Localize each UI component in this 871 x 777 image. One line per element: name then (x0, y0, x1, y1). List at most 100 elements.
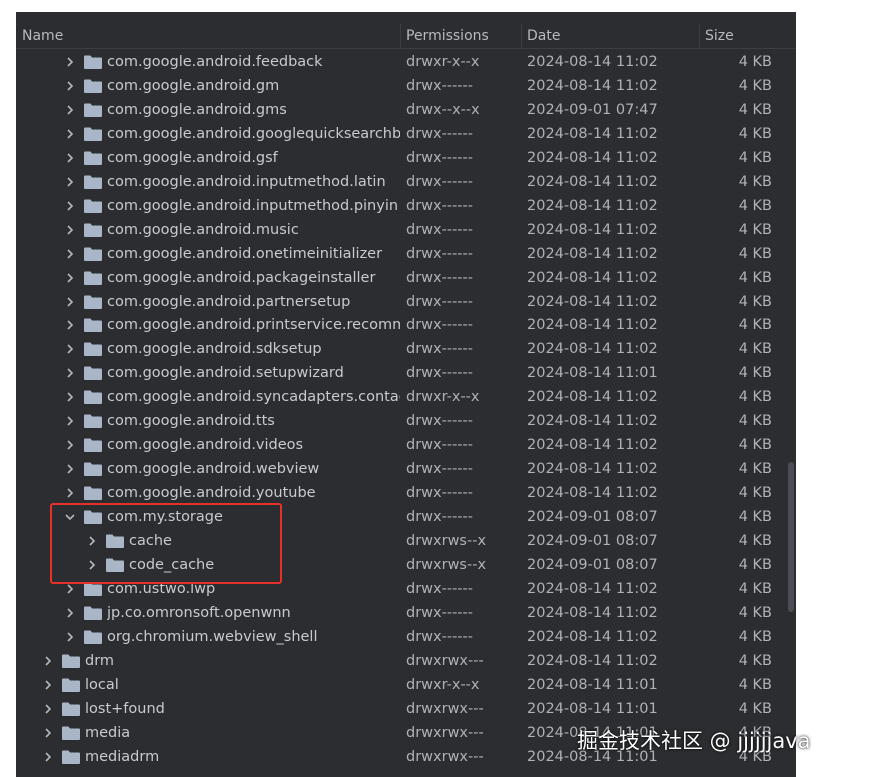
chevron-right-icon[interactable] (64, 223, 76, 237)
table-row[interactable]: com.google.android.setupwizard drwx------… (16, 361, 796, 385)
table-row[interactable]: com.google.android.music drwx------ 2024-0… (16, 218, 796, 242)
file-date: 2024-08-14 11:02 (527, 173, 658, 190)
folder-icon (62, 654, 80, 668)
table-row[interactable]: com.google.android.videos drwx------ 2024-… (16, 433, 796, 457)
folder-icon (62, 726, 80, 740)
folder-icon (84, 151, 102, 165)
file-permissions: drwx------ (406, 485, 473, 502)
file-permissions: drwxr-x--x (406, 389, 480, 406)
chevron-right-icon[interactable] (64, 318, 76, 332)
file-date: 2024-08-14 11:02 (527, 77, 658, 94)
chevron-right-icon[interactable] (86, 534, 98, 548)
table-row[interactable]: com.google.android.webview drwx------ 2024… (16, 457, 796, 481)
folder-icon (84, 223, 102, 237)
chevron-right-icon[interactable] (64, 366, 76, 380)
chevron-right-icon[interactable] (64, 127, 76, 141)
file-date: 2024-09-01 08:07 (527, 509, 658, 526)
chevron-right-icon[interactable] (42, 726, 54, 740)
chevron-right-icon[interactable] (64, 271, 76, 285)
chevron-right-icon[interactable] (64, 438, 76, 452)
table-row[interactable]: com.google.android.partnersetup drwx-----… (16, 290, 796, 314)
chevron-right-icon[interactable] (64, 103, 76, 117)
folder-icon (84, 438, 102, 453)
chevron-right-icon[interactable] (42, 654, 54, 668)
chevron-right-icon[interactable] (64, 462, 76, 476)
chevron-right-icon[interactable] (64, 55, 76, 69)
table-row[interactable]: com.google.android.googlequicksearchbox d… (16, 122, 796, 146)
table-row[interactable]: code_cache drwxrws--x 2024-09-01 08:07 4 KB (16, 553, 796, 577)
chevron-right-icon[interactable] (64, 342, 76, 356)
table-row[interactable]: jp.co.omronsoft.openwnn drwx------ 2024-08… (16, 601, 796, 625)
column-size[interactable]: Size (705, 24, 734, 48)
table-row[interactable]: com.google.android.inputmethod.latin drwx… (16, 170, 796, 194)
chevron-right-icon[interactable] (64, 606, 76, 620)
table-row[interactable]: com.google.android.printservice.recommen… (16, 313, 796, 337)
file-date: 2024-09-01 08:07 (527, 533, 658, 549)
table-row[interactable]: com.google.android.onetimeinitializer drw… (16, 242, 796, 266)
table-row[interactable]: com.google.android.sdksetup drwx------ 202… (16, 337, 796, 361)
chevron-right-icon[interactable] (86, 558, 98, 572)
file-permissions: drwx--x--x (406, 101, 480, 118)
table-row[interactable]: drm drwxrwx--- 2024-08-14 11:02 4 KB (16, 649, 796, 673)
folder-icon (62, 702, 80, 716)
table-row[interactable]: lost+found drwxrwx--- 2024-08-14 11:01 4 KB (16, 697, 796, 721)
chevron-right-icon[interactable] (64, 247, 76, 261)
chevron-right-icon[interactable] (64, 390, 76, 404)
table-row[interactable]: com.ustwo.lwp drwx------ 2024-08-14 11:02 4… (16, 577, 796, 601)
chevron-right-icon[interactable] (64, 79, 76, 93)
chevron-right-icon[interactable] (64, 630, 76, 644)
file-size: 4 KB (738, 245, 772, 262)
file-name: com.google.android.googlequicksearchbox (107, 125, 400, 142)
table-row[interactable]: com.google.android.gm drwx------ 2024-08-1… (16, 74, 796, 98)
table-row[interactable]: com.google.android.tts drwx------ 2024-08-… (16, 409, 796, 433)
file-name: com.google.android.onetimeinitializer (107, 245, 383, 262)
column-permissions[interactable]: Permissions (406, 24, 489, 48)
file-permissions: drwx------ (406, 221, 473, 238)
chevron-right-icon[interactable] (42, 702, 54, 716)
table-row[interactable]: com.my.storage drwx------ 2024-09-01 08:07… (16, 505, 796, 529)
table-row[interactable]: org.chromium.webview_shell drwx------ 2024… (16, 625, 796, 649)
table-row[interactable]: com.google.android.feedback drwxr-x--x 202… (16, 50, 796, 74)
folder-icon (84, 342, 102, 357)
table-row[interactable]: com.google.android.gsf drwx------ 2024-08-… (16, 146, 796, 170)
table-row[interactable]: cache drwxrws--x 2024-09-01 08:07 4 KB (16, 529, 796, 553)
column-divider[interactable] (521, 24, 522, 48)
folder-icon (84, 366, 102, 381)
chevron-right-icon[interactable] (64, 175, 76, 189)
file-size: 4 KB (738, 676, 772, 693)
chevron-right-icon[interactable] (64, 486, 76, 500)
file-name: com.google.android.setupwizard (107, 365, 344, 382)
folder-icon (84, 462, 102, 477)
chevron-down-icon[interactable] (64, 510, 76, 524)
file-name: com.google.android.gms (107, 101, 287, 118)
file-name: com.google.android.gsf (107, 149, 278, 166)
chevron-right-icon[interactable] (64, 151, 76, 165)
file-permissions: drwx------ (406, 173, 473, 190)
column-divider[interactable] (699, 24, 700, 48)
file-name: com.google.android.gm (107, 77, 280, 94)
file-size: 4 KB (738, 317, 772, 334)
column-divider[interactable] (400, 24, 401, 48)
vertical-scrollbar[interactable] (788, 462, 794, 612)
table-row[interactable]: com.google.android.gms drwx--x--x 2024-09-… (16, 98, 796, 122)
column-name[interactable]: Name (22, 24, 63, 48)
chevron-right-icon[interactable] (64, 295, 76, 309)
table-row[interactable]: com.google.android.youtube drwx------ 2024… (16, 481, 796, 505)
chevron-right-icon[interactable] (64, 199, 76, 213)
chevron-right-icon[interactable] (64, 582, 76, 596)
chevron-right-icon[interactable] (64, 414, 76, 428)
file-date: 2024-08-14 11:02 (527, 197, 658, 214)
file-name: com.google.android.youtube (107, 485, 316, 502)
file-permissions: drwx------ (406, 509, 473, 526)
table-row[interactable]: local drwxr-x--x 2024-08-14 11:01 4 KB (16, 673, 796, 697)
chevron-right-icon[interactable] (42, 678, 54, 692)
file-permissions: drwxrws--x (406, 556, 487, 573)
table-row[interactable]: com.google.android.packageinstaller drwx-… (16, 266, 796, 290)
chevron-right-icon[interactable] (42, 750, 54, 764)
column-date[interactable]: Date (527, 24, 560, 48)
table-row[interactable]: com.google.android.inputmethod.pinyin drw… (16, 194, 796, 218)
folder-icon (84, 271, 102, 285)
file-date: 2024-08-14 11:01 (527, 700, 658, 717)
file-date: 2024-08-14 11:02 (527, 628, 658, 645)
table-row[interactable]: com.google.android.syncadapters.contacts… (16, 385, 796, 409)
